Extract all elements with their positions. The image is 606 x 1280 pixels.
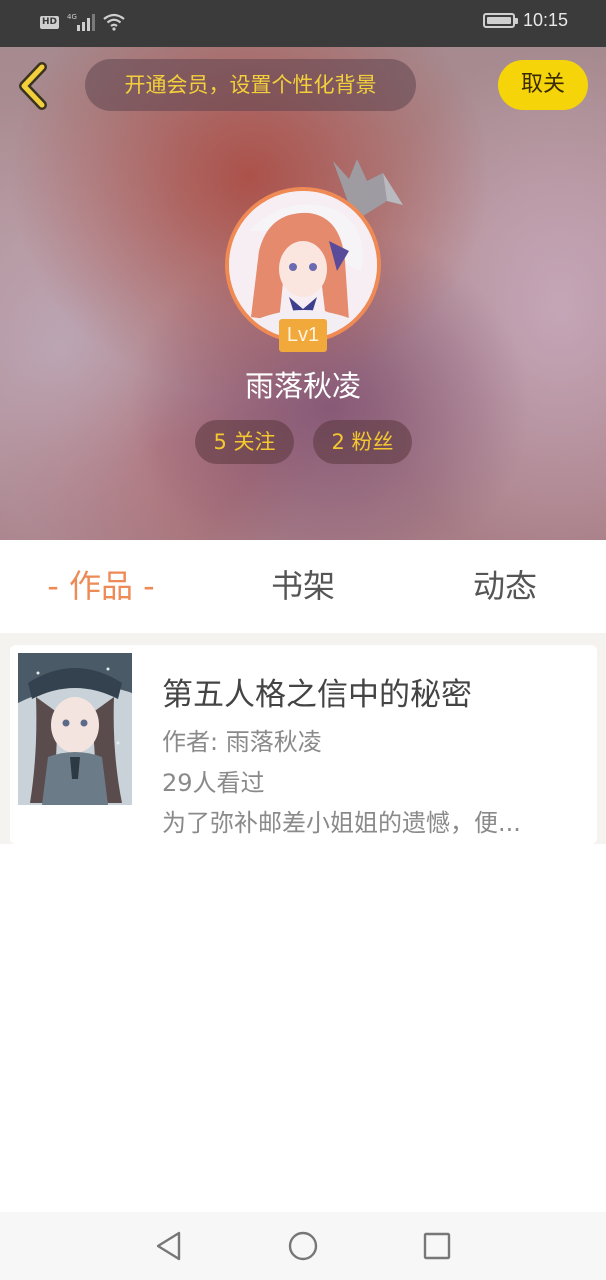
- avatar-image: [229, 191, 377, 339]
- nav-home-icon[interactable]: [286, 1229, 320, 1263]
- system-nav-bar: [0, 1212, 606, 1280]
- wifi-icon: [103, 13, 125, 31]
- status-left: HD 4G: [40, 12, 125, 32]
- cover-illustration: [18, 653, 132, 805]
- clock: 10:15: [522, 10, 568, 30]
- status-right: 10:15: [482, 10, 568, 31]
- tab-activity[interactable]: 动态: [434, 540, 576, 633]
- section-divider: [0, 633, 606, 645]
- book-title: 第五人格之信中的秘密: [162, 677, 472, 713]
- tab-bookshelf[interactable]: 书架: [232, 540, 374, 633]
- username: 雨落秋凌: [244, 369, 361, 403]
- signal-icon: 4G: [67, 13, 96, 31]
- book-cover: [18, 653, 132, 805]
- nav-recent-icon[interactable]: [420, 1229, 454, 1263]
- vip-background-banner[interactable]: 开通会员，设置个性化背景: [85, 59, 416, 111]
- network-label: 4G: [67, 13, 77, 21]
- book-description: 为了弥补邮差小姐姐的遗憾，便...: [162, 809, 521, 837]
- status-bar: HD 4G 10:15: [0, 0, 606, 47]
- back-button[interactable]: [14, 61, 58, 111]
- avatar-illustration: [229, 191, 377, 339]
- profile-tabs: - 作品 - 书架 动态: [0, 540, 606, 633]
- book-author: 作者: 雨落秋凌: [162, 728, 322, 756]
- tab-works[interactable]: - 作品 -: [30, 540, 172, 633]
- list-item[interactable]: 第五人格之信中的秘密 作者: 雨落秋凌 29人看过 为了弥补邮差小姐姐的遗憾，便…: [10, 645, 597, 844]
- chevron-left-icon: [19, 62, 47, 110]
- hd-icon: HD: [40, 15, 60, 29]
- profile-header: 开通会员，设置个性化背景 取关 Lv1 雨落秋凌 5 关注 2 粉丝: [0, 47, 606, 540]
- works-list: 第五人格之信中的秘密 作者: 雨落秋凌 29人看过 为了弥补邮差小姐姐的遗憾，便…: [0, 645, 606, 844]
- battery-icon: [482, 13, 518, 28]
- unfollow-button[interactable]: 取关: [498, 60, 588, 110]
- level-badge: Lv1: [279, 319, 327, 352]
- nav-back-icon[interactable]: [152, 1229, 186, 1263]
- following-count-button[interactable]: 5 关注: [195, 420, 294, 464]
- book-view-count: 29人看过: [162, 769, 265, 797]
- fans-count-button[interactable]: 2 粉丝: [313, 420, 412, 464]
